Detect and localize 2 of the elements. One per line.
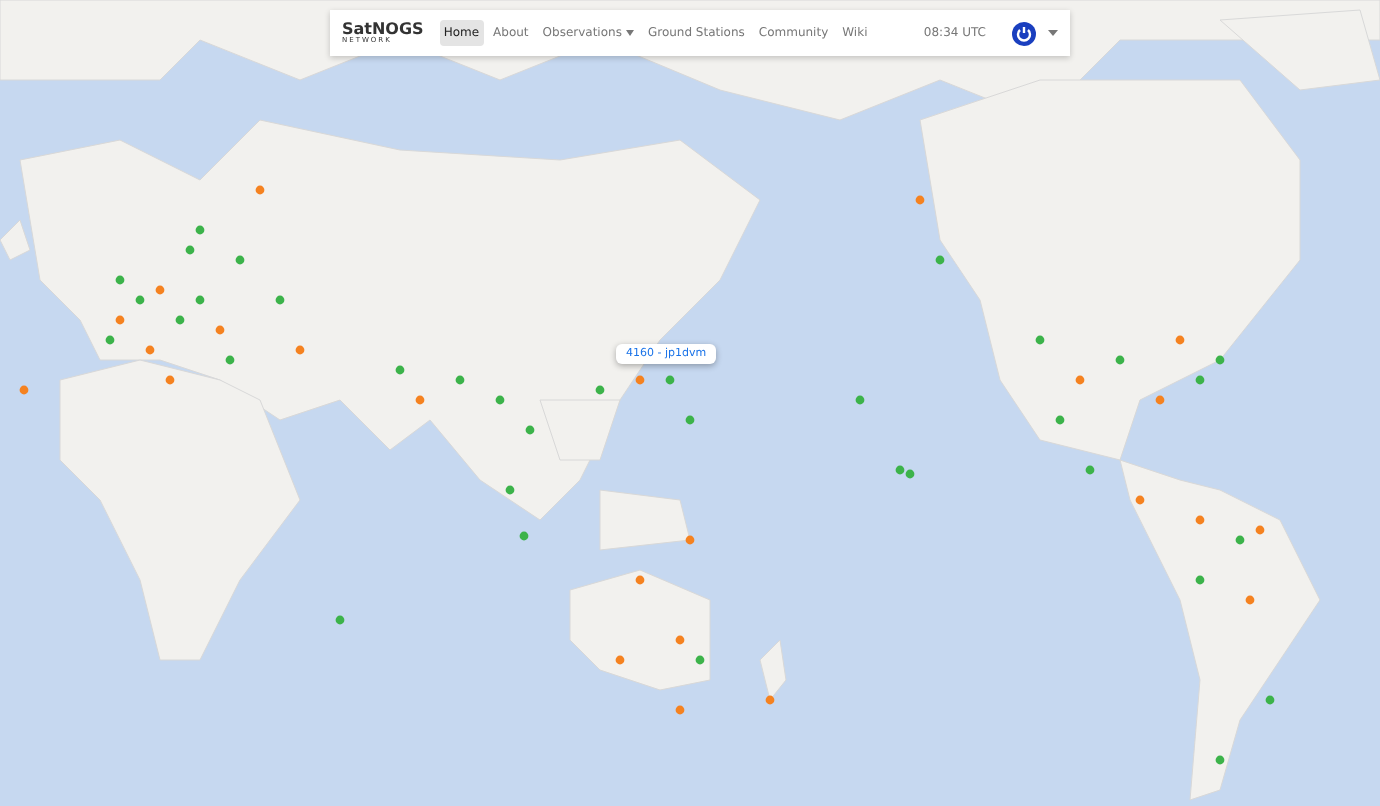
caret-icon[interactable] <box>1048 30 1058 36</box>
user-avatar-icon[interactable] <box>1012 21 1036 45</box>
